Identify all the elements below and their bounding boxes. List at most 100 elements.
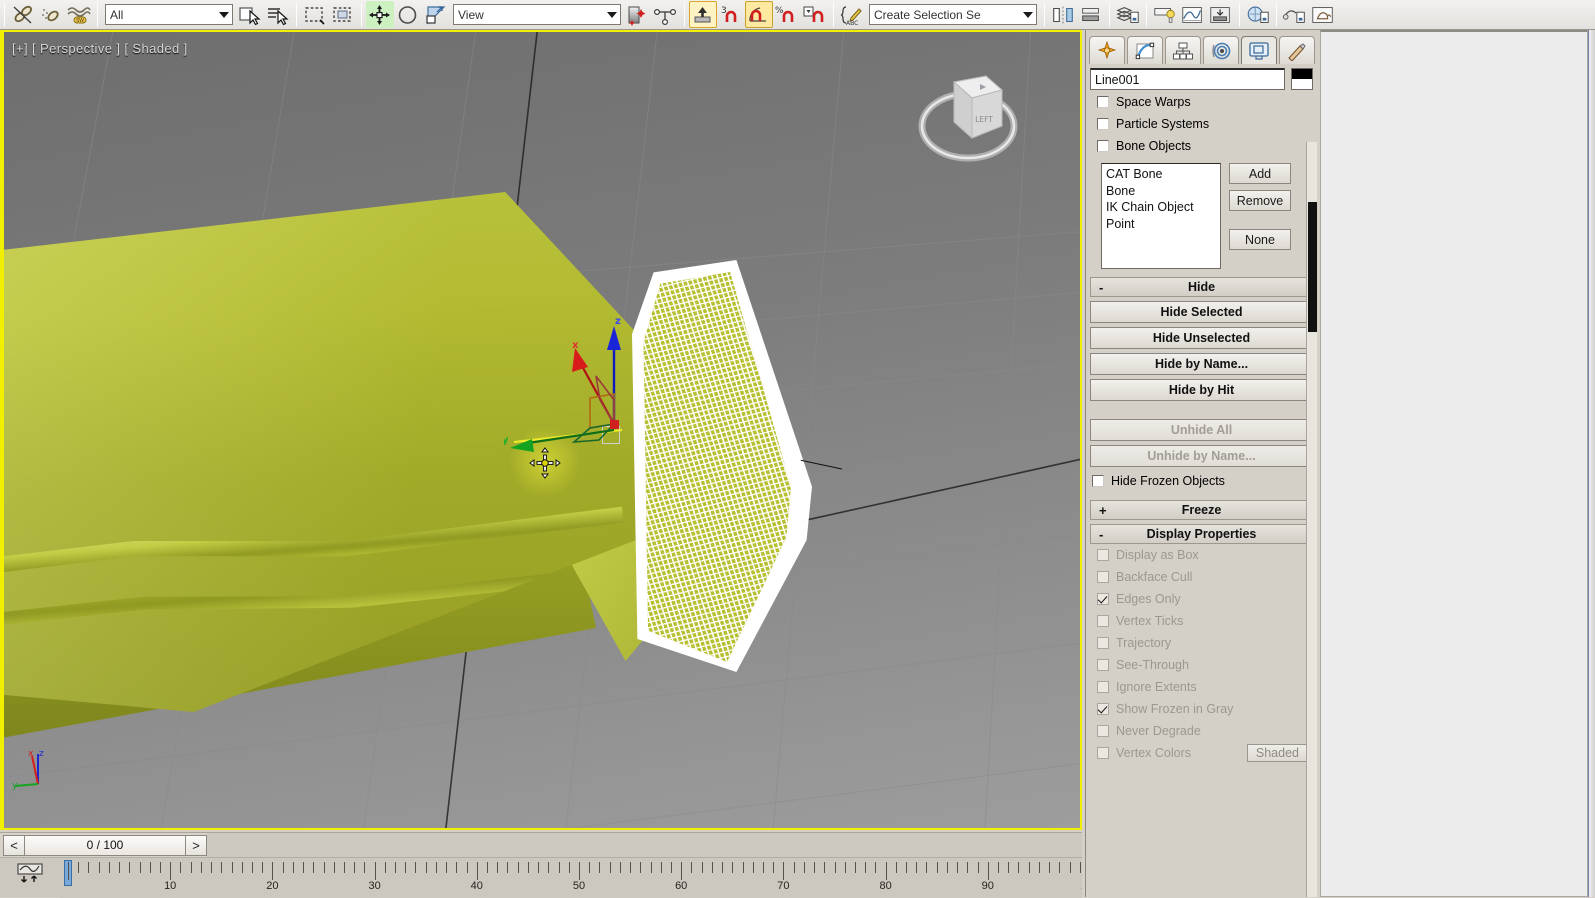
checkbox-box[interactable] [1097,140,1109,152]
object-category-list[interactable]: CAT Bone Bone IK Chain Object Point [1101,163,1221,269]
render-frame-window-icon[interactable] [1309,1,1337,28]
reference-coordinate-system-combo[interactable]: View [453,4,621,25]
checkbox-vertex-colors-row[interactable]: Vertex Colors Shaded [1091,742,1312,764]
mirror-icon[interactable] [1049,1,1077,28]
checkbox-label: Hide Frozen Objects [1111,474,1225,488]
hide-unselected-button[interactable]: Hide Unselected [1090,327,1313,349]
display-tab[interactable] [1241,36,1277,64]
checkbox-box[interactable] [1092,475,1104,487]
checkbox-box[interactable] [1097,659,1109,671]
layer-manager-icon[interactable] [1114,1,1142,28]
spinner-snap-toggle-icon[interactable] [801,1,829,28]
checkbox-bone-objects[interactable]: Bone Objects [1091,135,1312,157]
checkbox-box[interactable] [1097,118,1109,130]
create-selection-set-combo[interactable]: Create Selection Se [869,4,1037,25]
hide-rollout-header[interactable]: - Hide [1090,277,1313,297]
previous-frame-button[interactable]: < [3,834,25,856]
schematic-view-icon[interactable] [1207,1,1235,28]
checkbox-hide-frozen-objects[interactable]: Hide Frozen Objects [1086,470,1317,492]
select-and-manipulate-icon[interactable] [652,1,680,28]
checkbox-box[interactable] [1097,593,1109,605]
utilities-tab[interactable] [1279,36,1315,64]
unhide-by-name-button[interactable]: Unhide by Name... [1090,445,1313,467]
rollout-expander[interactable]: + [1099,503,1107,518]
add-button[interactable]: Add [1229,163,1291,184]
percent-snap-toggle-icon[interactable]: % [773,1,801,28]
checkbox-vertex-ticks[interactable]: Vertex Ticks [1091,610,1312,632]
checkbox-edges-only[interactable]: Edges Only [1091,588,1312,610]
checkbox-backface-cull[interactable]: Backface Cull [1091,566,1312,588]
unlink-selection-icon[interactable] [9,1,37,28]
display-properties-rollout-header[interactable]: - Display Properties [1090,524,1313,544]
vertex-colors-mode-button[interactable]: Shaded [1246,744,1308,762]
checkbox-see-through[interactable]: See-Through [1091,654,1312,676]
current-frame-field[interactable]: 0 / 100 [25,834,185,856]
motion-tab[interactable] [1203,36,1239,64]
align-icon[interactable] [1077,1,1105,28]
list-item[interactable]: IK Chain Object [1106,199,1220,216]
rollout-expander[interactable]: - [1099,527,1103,542]
checkbox-label: Never Degrade [1116,724,1201,738]
bind-to-space-warp-icon[interactable] [37,1,65,28]
checkbox-box[interactable] [1097,615,1109,627]
checkbox-particle-systems[interactable]: Particle Systems [1091,113,1312,135]
checkbox-box[interactable] [1097,703,1109,715]
space-warp-icon[interactable]: SW [65,1,93,28]
command-panel-scrollbar-thumb[interactable] [1308,202,1317,332]
perspective-viewport[interactable]: [+] [ Perspective ] [ Shaded ] z x y LEF… [4,32,1080,828]
checkbox-box[interactable] [1097,637,1109,649]
freeze-rollout-header[interactable]: + Freeze [1090,500,1313,520]
angle-snap-toggle-icon[interactable] [745,1,773,28]
use-pivot-point-center-icon[interactable] [624,1,652,28]
list-item[interactable]: Bone [1106,183,1220,200]
next-frame-button[interactable]: > [185,834,207,856]
open-mini-curve-editor-icon[interactable] [0,858,60,898]
unhide-all-button[interactable]: Unhide All [1090,419,1313,441]
command-panel-scrollbar[interactable] [1306,142,1317,897]
checkbox-display-as-box[interactable]: Display as Box [1091,544,1312,566]
checkbox-box[interactable] [1097,747,1109,759]
window-crossing-icon[interactable] [329,1,357,28]
checkbox-never-degrade[interactable]: Never Degrade [1091,720,1312,742]
checkbox-box[interactable] [1097,549,1109,561]
snaps-toggle-icon[interactable] [689,1,717,28]
select-by-name-icon[interactable] [264,1,292,28]
checkbox-box[interactable] [1097,96,1109,108]
snap-3d-icon[interactable]: 3 [717,1,745,28]
time-slider-track[interactable] [207,832,1082,858]
select-object-icon[interactable] [236,1,264,28]
track-bar-ruler[interactable]: 10 20 30 40 50 60 70 80 90 100 [60,858,1082,898]
hide-by-name-button[interactable]: Hide by Name... [1090,353,1313,375]
hide-by-hit-button[interactable]: Hide by Hit [1090,379,1313,401]
edit-named-selection-sets-icon[interactable]: ABC [838,1,866,28]
hide-selected-button[interactable]: Hide Selected [1090,301,1313,323]
rollout-expander[interactable]: - [1099,280,1103,295]
create-tab[interactable] [1089,36,1125,64]
checkbox-box[interactable] [1097,571,1109,583]
list-item[interactable]: CAT Bone [1106,166,1220,183]
rectangular-selection-region-icon[interactable] [301,1,329,28]
checkbox-box[interactable] [1097,725,1109,737]
select-and-rotate-icon[interactable] [394,1,422,28]
none-button[interactable]: None [1229,229,1291,250]
object-name-field[interactable]: Line001 [1090,68,1285,90]
list-item[interactable]: Point [1106,216,1220,233]
checkbox-trajectory[interactable]: Trajectory [1091,632,1312,654]
checkbox-ignore-extents[interactable]: Ignore Extents [1091,676,1312,698]
ruler-minor-tick [384,862,386,873]
curve-editor-icon[interactable] [1179,1,1207,28]
checkbox-box[interactable] [1097,681,1109,693]
light-lister-icon[interactable] [1151,1,1179,28]
material-editor-icon[interactable] [1244,1,1272,28]
checkbox-space-warps[interactable]: Space Warps [1091,91,1312,113]
render-setup-icon[interactable] [1281,1,1309,28]
modify-tab[interactable] [1127,36,1163,64]
select-and-scale-icon[interactable] [422,1,450,28]
select-and-move-icon[interactable] [366,1,394,28]
hierarchy-tab[interactable] [1165,36,1201,64]
checkbox-show-frozen-in-gray[interactable]: Show Frozen in Gray [1091,698,1312,720]
selection-filter-combo[interactable]: All [105,4,233,25]
object-color-swatch[interactable] [1291,68,1313,90]
viewcube[interactable]: LEFT [910,64,1030,174]
remove-button[interactable]: Remove [1229,190,1291,211]
